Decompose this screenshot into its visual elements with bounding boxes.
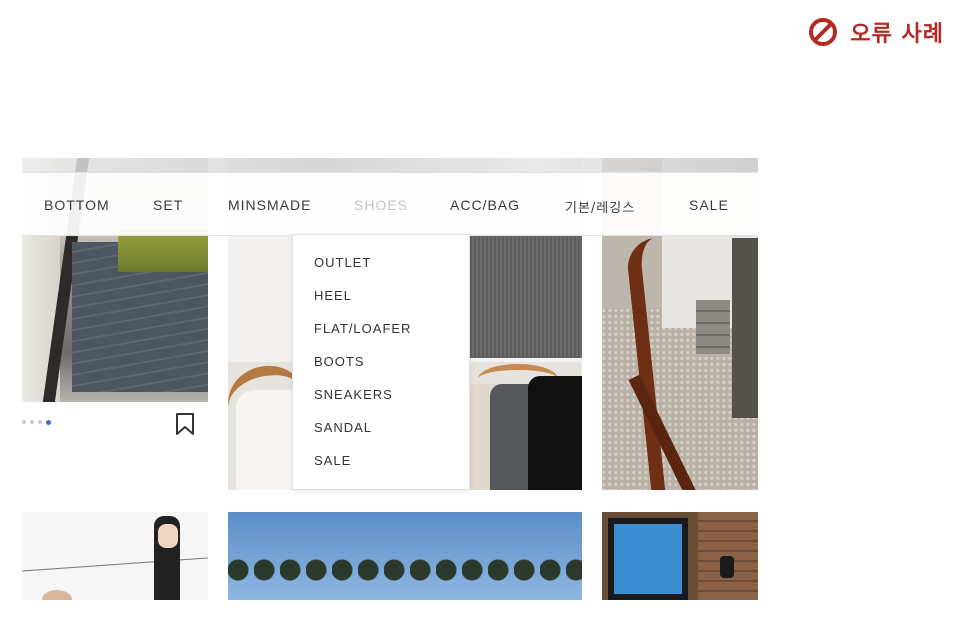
nav-item-shoes[interactable]: SHOES (354, 197, 408, 213)
product-image-4[interactable] (22, 512, 208, 600)
dropdown-item-sandal[interactable]: SANDAL (314, 420, 372, 435)
nav-item-bottom[interactable]: BOTTOM (44, 197, 110, 213)
carousel-dot-active[interactable] (46, 420, 51, 425)
error-example-label: 오류 사례 (850, 22, 944, 47)
bookmark-icon[interactable] (174, 412, 196, 436)
dropdown-item-sale[interactable]: SALE (314, 453, 351, 468)
no-entry-icon (809, 18, 838, 46)
dropdown-item-flat-loafer[interactable]: FLAT/LOAFER (314, 321, 411, 336)
dropdown-item-heel[interactable]: HEEL (314, 288, 352, 303)
carousel-dot[interactable] (38, 420, 42, 424)
carousel-dot[interactable] (22, 420, 26, 424)
nav-item-set[interactable]: SET (153, 197, 183, 213)
shop-page: BOTTOM SET MINSMADE SHOES ACC/BAG 기본/레깅스… (22, 158, 758, 600)
nav-item-acc-bag[interactable]: ACC/BAG (450, 197, 520, 213)
carousel-dots (22, 420, 51, 425)
header-backdrop (22, 158, 758, 172)
product-image-5[interactable] (228, 512, 582, 600)
carousel-dot[interactable] (30, 420, 34, 424)
dropdown-item-sneakers[interactable]: SNEAKERS (314, 387, 393, 402)
nav-item-minsmade[interactable]: MINSMADE (228, 197, 311, 213)
shoes-dropdown-menu: OUTLET HEEL FLAT/LOAFER BOOTS SNEAKERS S… (292, 234, 470, 490)
nav-item-sale[interactable]: SALE (689, 197, 729, 213)
product-image-6[interactable] (602, 512, 758, 600)
dropdown-item-boots[interactable]: BOOTS (314, 354, 365, 369)
category-nav: BOTTOM SET MINSMADE SHOES ACC/BAG 기본/레깅스… (22, 172, 758, 236)
dropdown-item-outlet[interactable]: OUTLET (314, 255, 371, 270)
nav-item-basic-leggings[interactable]: 기본/레깅스 (565, 197, 635, 216)
error-example-badge: 오류 사례 (808, 16, 944, 48)
